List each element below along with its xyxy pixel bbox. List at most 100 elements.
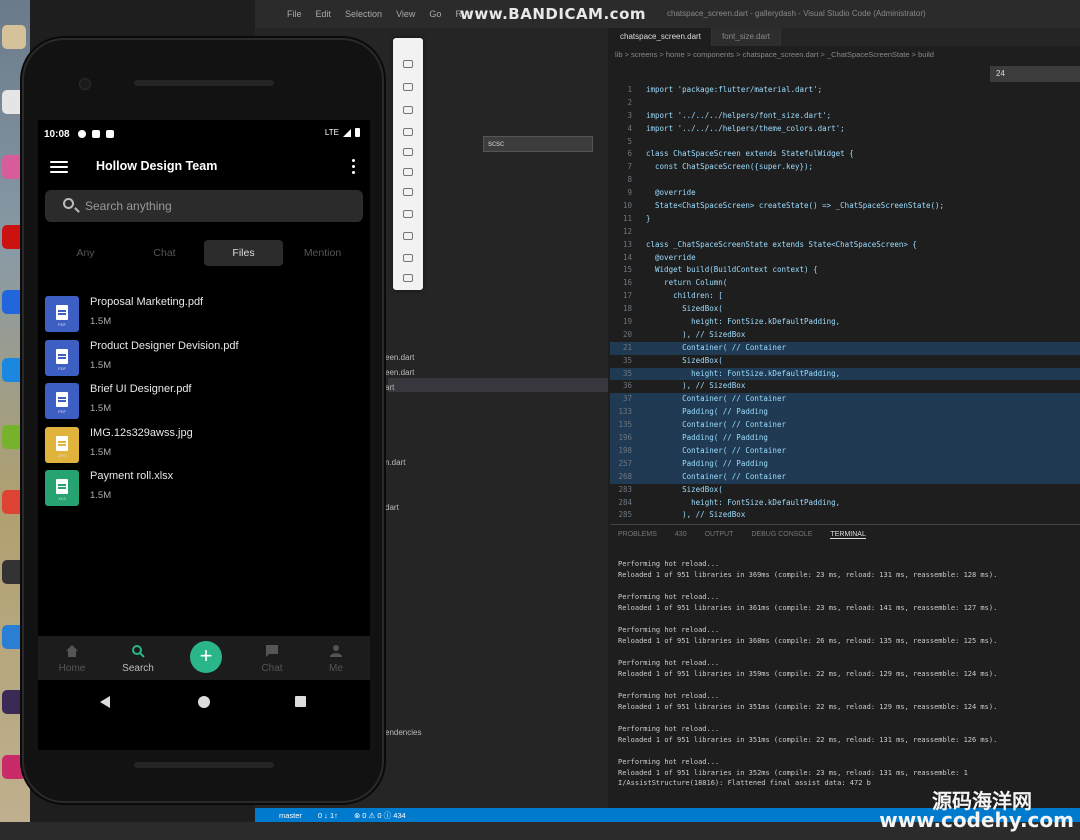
home-icon[interactable] [403, 232, 413, 240]
nav-me[interactable]: Me [306, 636, 366, 674]
tab-font-size[interactable]: font_size.dart [711, 28, 781, 46]
list-item[interactable]: PDF Product Designer Devision.pdf 1.5M [38, 339, 370, 384]
sidebar-file-item[interactable]: endencies [385, 728, 421, 737]
menu-item-selection[interactable]: Selection [345, 9, 382, 19]
code-line[interactable]: 4 import '../../../helpers/theme_colors.d… [610, 123, 1080, 136]
code-line[interactable]: 14 @override [610, 252, 1080, 265]
find-widget-input[interactable]: 24 [990, 66, 1080, 82]
code-line[interactable]: 9 @override [610, 187, 1080, 200]
code-line[interactable]: 11} [610, 213, 1080, 226]
list-item[interactable]: JPG IMG.12s329awss.jpg 1.5M [38, 426, 370, 471]
code-line[interactable]: 21 Container( // Container [610, 341, 1080, 355]
line-number: 7 [627, 162, 632, 172]
code-line[interactable]: 35 height: FontSize.kDefaultPadding, [610, 367, 1080, 381]
code-line[interactable]: 7 const ChatSpaceScreen({super.key}); [610, 161, 1080, 174]
rotate-left-icon[interactable] [403, 128, 413, 136]
power-icon[interactable] [403, 60, 413, 68]
tab-terminal[interactable]: TERMINAL [830, 531, 866, 539]
terminal-output[interactable]: Performing hot reload... Reloaded 1 of 95… [610, 545, 1080, 789]
code-line[interactable]: 1 import 'package:flutter/material.dart'; [610, 84, 1080, 97]
sidebar-search-input[interactable]: scsc [483, 136, 593, 152]
code-line[interactable]: 15 Widget build(BuildContext context) { [610, 264, 1080, 277]
desktop-app-icon[interactable] [2, 25, 26, 49]
code-line[interactable]: 13 class _ChatSpaceScreenState extends St… [610, 239, 1080, 252]
list-item[interactable]: XLS Payment roll.xlsx 1.5M [38, 470, 370, 514]
code-line[interactable]: 16 return Column( [610, 277, 1080, 290]
code-line[interactable]: 257 Padding( // Padding [610, 457, 1080, 471]
code-line[interactable]: 268 Container( // Container [610, 470, 1080, 484]
code-line[interactable]: 18 SizedBox( [610, 303, 1080, 316]
code-line[interactable]: 5 [610, 136, 1080, 149]
line-number: 285 [618, 510, 632, 520]
code-line[interactable]: 19 height: FontSize.kDefaultPadding, [610, 316, 1080, 329]
sidebar-file-item[interactable]: een.dart [385, 368, 414, 377]
sidebar-file-item[interactable]: art [385, 383, 394, 392]
line-number: 10 [622, 201, 632, 211]
tab-output[interactable]: OUTPUT [705, 531, 734, 539]
problems-status[interactable]: ⊗ 0 ⚠ 0 ⓘ 434 [354, 810, 406, 821]
breadcrumb[interactable]: lib > screens > home > components > chat… [615, 50, 934, 59]
tab-problems[interactable]: PROBLEMS [618, 531, 657, 539]
zoom-icon[interactable] [403, 188, 413, 196]
code-line[interactable]: 36 ), // SizedBox [610, 380, 1080, 393]
list-item[interactable]: PDF Proposal Marketing.pdf 1.5M [38, 296, 370, 340]
git-branch[interactable]: master [279, 811, 302, 820]
more-icon[interactable] [403, 274, 413, 282]
add-button[interactable]: + [190, 641, 222, 673]
line-number: 284 [618, 497, 632, 507]
volume-up-icon[interactable] [403, 83, 413, 91]
image-file-icon: JPG [45, 426, 79, 463]
nav-search[interactable]: Search [108, 636, 168, 674]
overview-icon[interactable] [403, 254, 413, 262]
code-line[interactable]: 3 import '../../../helpers/font_size.dart… [610, 110, 1080, 123]
code-line[interactable]: 198 Container( // Container [610, 444, 1080, 458]
search-input[interactable]: Search anything [45, 190, 363, 222]
code-line[interactable]: 284 height: FontSize.kDefaultPadding, [610, 497, 1080, 510]
code-line[interactable]: 12 [610, 226, 1080, 239]
more-vert-icon[interactable] [352, 159, 356, 175]
home-button-icon[interactable] [198, 696, 210, 708]
code-line[interactable]: 285 ), // SizedBox [610, 509, 1080, 522]
sidebar-file-item[interactable]: n.dart [385, 458, 405, 467]
nav-chat[interactable]: Chat [242, 636, 302, 674]
code-line[interactable]: 10 State<ChatSpaceScreen> createState() … [610, 200, 1080, 213]
code-line[interactable]: 133 Padding( // Padding [610, 406, 1080, 420]
rotate-right-icon[interactable] [403, 148, 413, 156]
camera-icon[interactable] [403, 168, 413, 176]
terminal-line: Performing hot reload... [618, 725, 720, 733]
nav-home[interactable]: Home [42, 636, 102, 674]
menu-item-go[interactable]: Go [429, 9, 441, 19]
menu-item-file[interactable]: File [287, 9, 302, 19]
tab-files[interactable]: Files [204, 240, 283, 266]
tab-mention[interactable]: Mention [283, 240, 362, 266]
code-line[interactable]: 37 Container( // Container [610, 393, 1080, 407]
tab-chatspace-screen[interactable]: chatspace_screen.dart [610, 28, 712, 46]
sidebar-file-item[interactable]: een.dart [385, 353, 414, 362]
back-icon[interactable] [100, 696, 110, 708]
code-line[interactable]: 135 Container( // Container [610, 419, 1080, 433]
menu-item-view[interactable]: View [396, 9, 415, 19]
list-item[interactable]: PDF Brief UI Designer.pdf 1.5M [38, 383, 370, 427]
sync-status[interactable]: 0 ↓ 1↑ [318, 811, 338, 820]
recents-icon[interactable] [295, 696, 306, 707]
tab-chat[interactable]: Chat [125, 240, 204, 266]
back-icon[interactable] [403, 210, 413, 218]
code-line[interactable]: 196 Padding( // Padding [610, 432, 1080, 445]
sidebar-file-item[interactable]: dart [385, 503, 399, 512]
code-line[interactable]: 20 ), // SizedBox [610, 329, 1080, 342]
phone-screen: 10:08 LTE Hollow Design Team Search anyt… [38, 120, 370, 750]
code-line[interactable]: 283 SizedBox( [610, 484, 1080, 497]
code-line[interactable]: 8 [610, 174, 1080, 187]
volume-down-icon[interactable] [403, 106, 413, 114]
tab-debug-console[interactable]: DEBUG CONSOLE [751, 531, 812, 539]
code-line[interactable]: 35 SizedBox( [610, 355, 1080, 368]
menu-icon[interactable] [50, 161, 68, 173]
code-line[interactable]: 17 children: [ [610, 290, 1080, 303]
menu-item-edit[interactable]: Edit [316, 9, 332, 19]
code-editor[interactable]: 1 import 'package:flutter/material.dart';… [610, 84, 1080, 524]
tab-any[interactable]: Any [46, 240, 125, 266]
code-line[interactable]: 2 [610, 97, 1080, 110]
code-line[interactable]: 6 class ChatSpaceScreen extends StatefulW… [610, 148, 1080, 161]
line-number: 19 [622, 317, 632, 327]
window-title: chatspace_screen.dart - gallerydash - Vi… [667, 9, 926, 18]
